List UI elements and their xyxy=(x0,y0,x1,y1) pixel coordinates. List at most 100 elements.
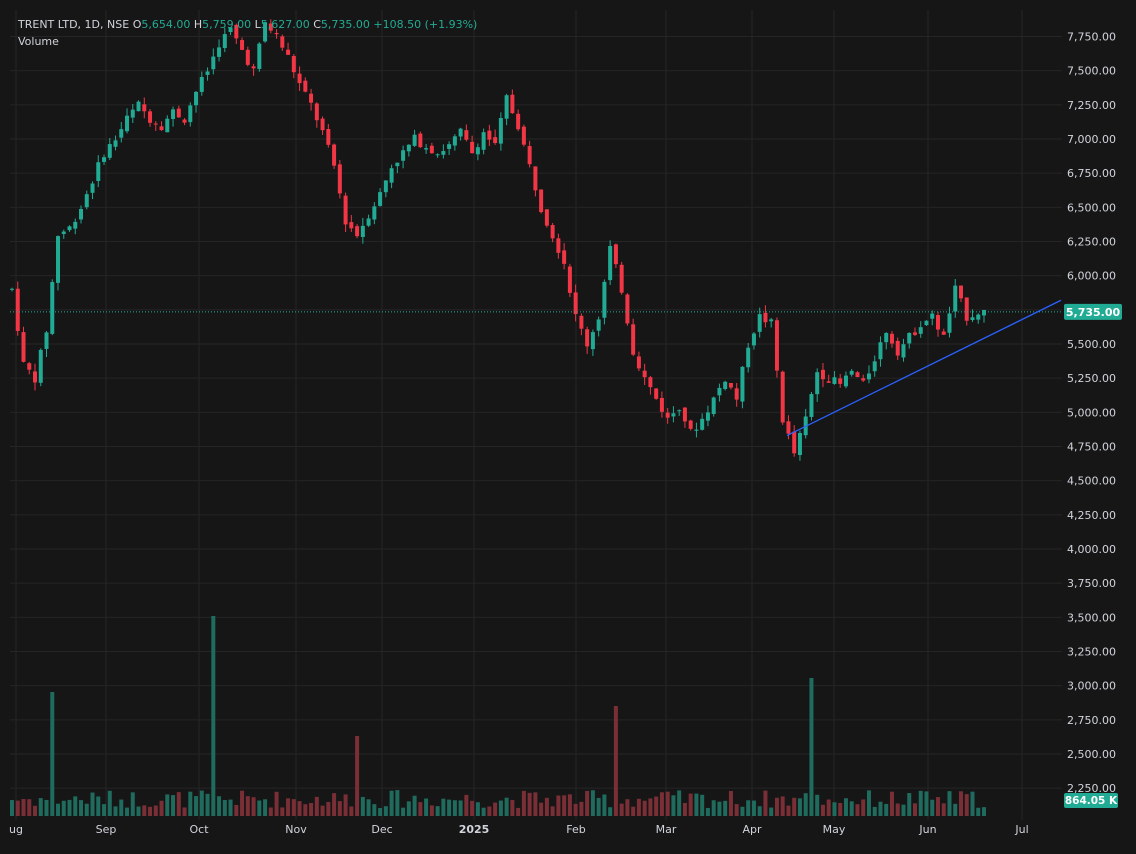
volume-bar xyxy=(648,798,653,816)
candle-body xyxy=(487,130,492,140)
price-chart[interactable]: 7,750.00 7,500.00 7,250.00 7,000.00 6,750.00… xyxy=(0,0,1136,854)
volume-legend[interactable]: Volume xyxy=(18,33,477,50)
candle-body xyxy=(320,118,325,131)
candle-body xyxy=(27,363,32,370)
trendline[interactable] xyxy=(786,299,1062,437)
symbol-label[interactable]: TRENT LTD, 1D, NSE xyxy=(18,18,129,31)
candle-body xyxy=(527,146,532,165)
volume-bar xyxy=(826,799,831,816)
volume-bar xyxy=(27,799,32,816)
candle-body xyxy=(918,327,923,334)
candle-body xyxy=(780,371,785,423)
candle-body xyxy=(740,366,745,402)
candle-body xyxy=(372,206,377,220)
candle-body xyxy=(188,105,193,123)
candle-body xyxy=(366,218,371,226)
volume-bar xyxy=(418,802,423,816)
time-tick-label: May xyxy=(823,823,846,836)
candle-body xyxy=(360,225,365,237)
volume-bar xyxy=(774,797,779,816)
candle-body xyxy=(889,333,894,344)
time-tick-label: Nov xyxy=(285,823,307,836)
volume-bar xyxy=(861,799,866,816)
volume-bar xyxy=(533,792,538,816)
volume-bar xyxy=(441,798,446,816)
volume-bar xyxy=(585,790,590,816)
volume-bar xyxy=(429,805,434,816)
volume-bar xyxy=(619,803,624,816)
volume-bar xyxy=(498,800,503,816)
candle-body xyxy=(286,49,291,55)
volume-bar xyxy=(878,801,883,816)
candle-body xyxy=(533,166,538,191)
ohlc-row: TRENT LTD, 1D, NSE O5,654.00 H5,759.00 L… xyxy=(18,16,477,33)
volume-bar xyxy=(303,804,308,816)
volume-bar xyxy=(130,792,135,816)
candle-body xyxy=(751,333,756,346)
price-tick-label: 3,250.00 xyxy=(1067,646,1116,659)
candle-body xyxy=(705,412,710,421)
candle-body xyxy=(700,418,705,430)
candle-body xyxy=(849,370,854,375)
volume-bar xyxy=(378,807,383,816)
candle-body xyxy=(435,154,440,156)
candle-body xyxy=(130,109,135,118)
candle-body xyxy=(395,162,400,167)
time-axis[interactable]: ug Sep Oct Nov Dec 2025 Feb Mar Apr May Jun Jul xyxy=(9,823,1029,836)
volume-bar xyxy=(590,790,595,816)
volume-bar xyxy=(21,799,26,816)
candle-body xyxy=(245,49,250,65)
high-label: H xyxy=(193,18,203,31)
volume-bar xyxy=(234,804,239,816)
price-tick-label: 2,750.00 xyxy=(1067,714,1116,727)
last-price-badge: 5,735.00 xyxy=(1064,303,1122,320)
price-axis[interactable]: 7,750.00 7,500.00 7,250.00 7,000.00 6,750.00… xyxy=(1067,31,1116,796)
candle-body xyxy=(61,231,66,235)
candle-body xyxy=(838,378,843,384)
price-tick-label: 6,250.00 xyxy=(1067,236,1116,249)
candle-body xyxy=(930,313,935,319)
volume-bar xyxy=(849,801,854,816)
volume-bar xyxy=(401,807,406,816)
volume-bar xyxy=(711,800,716,816)
candle-body xyxy=(38,349,43,383)
candle-body xyxy=(958,285,963,299)
candle-body xyxy=(884,332,889,343)
candle-body xyxy=(907,332,912,344)
candle-body xyxy=(671,413,676,417)
candle-body xyxy=(872,361,877,372)
volume-bar xyxy=(636,798,641,816)
volume-bar xyxy=(113,806,118,816)
candle-body xyxy=(182,119,187,123)
candle-body xyxy=(976,314,981,320)
volume-bar xyxy=(671,795,676,816)
candle-body xyxy=(746,347,751,368)
volume-bar xyxy=(958,791,963,816)
candle-body xyxy=(734,388,739,400)
volume-bar xyxy=(245,796,250,816)
candle-body xyxy=(343,195,348,225)
candle-body xyxy=(757,314,762,332)
candle-body xyxy=(90,183,95,193)
candle-body xyxy=(539,189,544,213)
candle-body xyxy=(148,111,153,123)
candle-body xyxy=(251,66,256,69)
volume-bar xyxy=(728,790,733,816)
volume-bar xyxy=(274,791,279,816)
candle-body xyxy=(809,394,814,417)
candle-body xyxy=(510,94,515,114)
volume-bar xyxy=(516,807,521,816)
candle-body xyxy=(826,381,831,383)
candle-body xyxy=(424,148,429,150)
candle-body xyxy=(855,372,860,378)
volume-bar xyxy=(953,803,958,816)
volume-bar xyxy=(964,794,969,816)
candle-body xyxy=(636,356,641,369)
candle-body xyxy=(125,115,130,132)
candle-body xyxy=(590,332,595,350)
candle-body xyxy=(970,317,975,320)
volume-bar xyxy=(982,807,986,816)
candle-body xyxy=(832,377,837,384)
candle-body xyxy=(194,91,199,106)
time-tick-label: Oct xyxy=(189,823,209,836)
